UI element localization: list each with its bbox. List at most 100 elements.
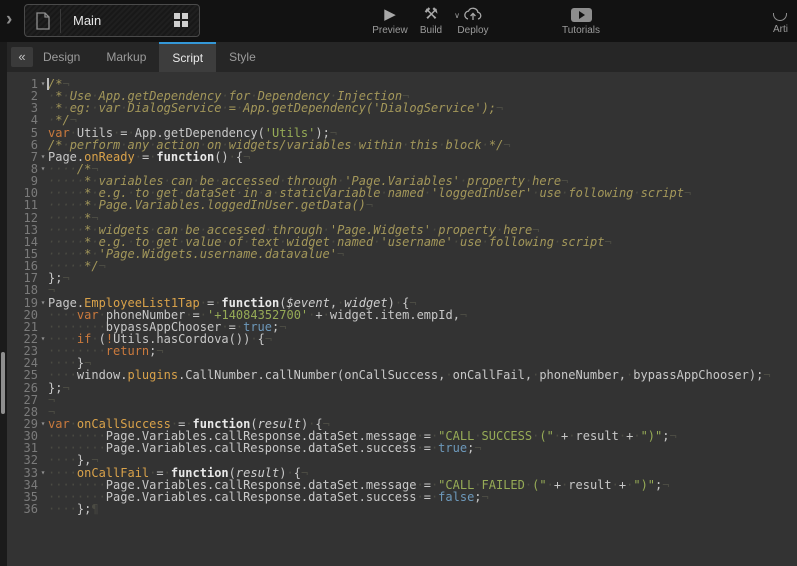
page-selector[interactable]: Main [24,4,200,37]
fold-gutter [38,212,48,224]
fold-gutter [38,309,48,321]
code-lines: 1▾/*¬2·*·Use·App.getDependency·for·Depen… [7,78,797,515]
fold-gutter [38,357,48,369]
line-number: 20 [7,309,38,321]
page-name-label: Main [73,13,174,28]
code-text: ·····*/¬ [48,260,797,272]
fold-toggle-icon[interactable]: ▾ [38,333,48,345]
code-line[interactable]: 23········return;¬ [7,345,797,357]
fold-gutter [38,187,48,199]
fold-gutter [38,406,48,418]
line-number: 19 [7,297,38,309]
fold-toggle-icon[interactable]: ▾ [38,467,48,479]
build-button[interactable]: ⚒ ∨ Build [412,5,450,39]
line-number: 18 [7,284,38,296]
fold-gutter [38,139,48,151]
left-panel-strip [0,42,7,566]
fold-gutter [38,236,48,248]
preview-label: Preview [369,25,411,36]
artifacts-button-partial[interactable]: Arti [773,5,797,39]
code-text: };¬ [48,272,797,284]
line-number: 11 [7,199,38,211]
fold-gutter [38,369,48,381]
play-icon: ▶ [369,5,411,24]
script-editor[interactable]: 1▾/*¬2·*·Use·App.getDependency·for·Depen… [7,72,797,566]
tutorials-button[interactable]: Tutorials [557,5,605,39]
line-number: 4 [7,114,38,126]
fold-gutter [38,321,48,333]
line-number: 5 [7,127,38,139]
code-text: ·····*·'Page.Widgets.username.datavalue'… [48,248,797,260]
code-text: ····};¶ [48,503,797,515]
tab-script[interactable]: Script [159,42,216,72]
fold-gutter [38,284,48,296]
build-label: Build [412,25,450,36]
code-text: ········return;¬ [48,345,797,357]
code-line[interactable]: 7▾Page.onReady·=·function()·{¬ [7,151,797,163]
tutorials-label: Tutorials [557,25,605,36]
code-line[interactable]: 11 ·····*·Page.Variables.loggedInUser.get… [7,199,797,211]
document-icon [35,12,51,30]
expand-panel-icon[interactable]: › [6,8,22,32]
cloud-upload-icon [453,5,493,24]
fold-gutter [38,248,48,260]
divider [60,9,61,33]
fold-toggle-icon[interactable]: ▾ [38,163,48,175]
code-line[interactable]: 36 ····};¶ [7,503,797,515]
code-line[interactable]: 31········Page.Variables.callResponse.da… [7,442,797,454]
line-number: 26 [7,382,38,394]
artifacts-label: Arti [773,24,797,35]
fold-gutter [38,503,48,515]
line-number: 25 [7,369,38,381]
code-text: Page.onReady·=·function()·{¬ [48,151,797,163]
artifacts-icon [773,13,787,21]
code-text: ········Page.Variables.callResponse.data… [48,491,797,503]
code-line[interactable]: 26 };¬ [7,382,797,394]
fold-gutter [38,491,48,503]
code-line[interactable]: 17};¬ [7,272,797,284]
editor-tabbar: « Design Markup Script Style [0,42,797,72]
deploy-button[interactable]: Deploy [453,5,493,39]
fold-toggle-icon[interactable]: ▾ [38,151,48,163]
fold-gutter [38,114,48,126]
fold-toggle-icon[interactable]: ▾ [38,297,48,309]
line-number: 13 [7,224,38,236]
tab-markup[interactable]: Markup [93,42,159,72]
fold-gutter [38,224,48,236]
fold-toggle-icon[interactable]: ▾ [38,418,48,430]
fold-gutter [38,442,48,454]
video-tutorial-icon [557,5,605,24]
line-number: 33 [7,467,38,479]
fold-gutter [38,394,48,406]
code-text: };¬ [48,382,797,394]
line-number: 36 [7,503,38,515]
code-line[interactable]: 3·*·eg:·var·DialogService·=·App.getDepen… [7,102,797,114]
build-tools-icon: ⚒ ∨ [412,5,450,24]
deploy-label: Deploy [453,25,493,36]
fold-gutter [38,127,48,139]
grid-view-icon[interactable] [174,13,189,28]
code-text: ·····*·Page.Variables.loggedInUser.getDa… [48,199,797,211]
code-line[interactable]: 35········Page.Variables.callResponse.da… [7,491,797,503]
fold-gutter [38,175,48,187]
code-text: ········Page.Variables.callResponse.data… [48,442,797,454]
tab-design[interactable]: Design [30,42,93,72]
scrollbar-thumb[interactable] [1,352,5,414]
fold-gutter [38,454,48,466]
code-line[interactable]: 27¬ [7,394,797,406]
tab-style[interactable]: Style [216,42,269,72]
code-line[interactable]: 15·····*·'Page.Widgets.username.datavalu… [7,248,797,260]
code-line[interactable]: 16·····*/¬ [7,260,797,272]
fold-gutter [38,90,48,102]
fold-gutter [38,199,48,211]
fold-gutter [38,260,48,272]
preview-button[interactable]: ▶ Preview [369,5,411,39]
line-number: 12 [7,212,38,224]
code-line[interactable]: 25····window.plugins.CallNumber.callNumb… [7,369,797,381]
code-text: ¬ [48,394,797,406]
fold-gutter [38,479,48,491]
fold-gutter [38,345,48,357]
view-tabs: Design Markup Script Style [30,42,269,72]
fold-gutter [38,102,48,114]
line-number: 34 [7,479,38,491]
